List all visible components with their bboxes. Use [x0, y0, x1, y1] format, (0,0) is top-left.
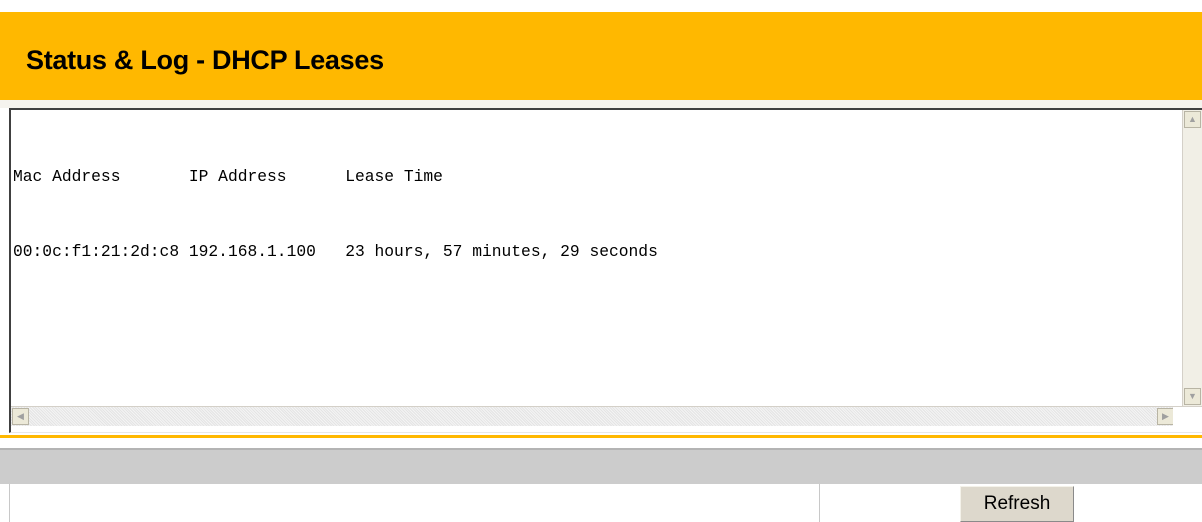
dhcp-leases-text: Mac Address IP Address Lease Time 00:0c:… — [13, 114, 1173, 404]
lease-header-line: Mac Address IP Address Lease Time — [13, 167, 443, 186]
header-gap — [0, 100, 1202, 108]
scroll-left-icon[interactable]: ◀ — [12, 408, 29, 425]
horizontal-scrollbar[interactable]: ◀ ▶ — [11, 406, 1175, 426]
refresh-button[interactable]: Refresh — [960, 486, 1074, 522]
footer-row: Refresh — [0, 484, 1202, 522]
lease-entry-line: 00:0c:f1:21:2d:c8 192.168.1.100 23 hours… — [13, 242, 658, 261]
page-header: Status & Log - DHCP Leases — [0, 12, 1202, 100]
gray-separator-band — [0, 448, 1202, 484]
scroll-right-icon[interactable]: ▶ — [1157, 408, 1174, 425]
scroll-down-icon[interactable]: ▼ — [1184, 388, 1201, 405]
vertical-scrollbar[interactable]: ▲ ▼ — [1182, 110, 1202, 406]
white-divider — [0, 438, 1202, 448]
footer-left-cell — [9, 484, 820, 522]
scroll-up-icon[interactable]: ▲ — [1184, 111, 1201, 128]
dhcp-leases-textarea[interactable]: Mac Address IP Address Lease Time 00:0c:… — [9, 108, 1202, 433]
scrollbar-corner — [1173, 406, 1202, 426]
page-title: Status & Log - DHCP Leases — [26, 45, 384, 75]
